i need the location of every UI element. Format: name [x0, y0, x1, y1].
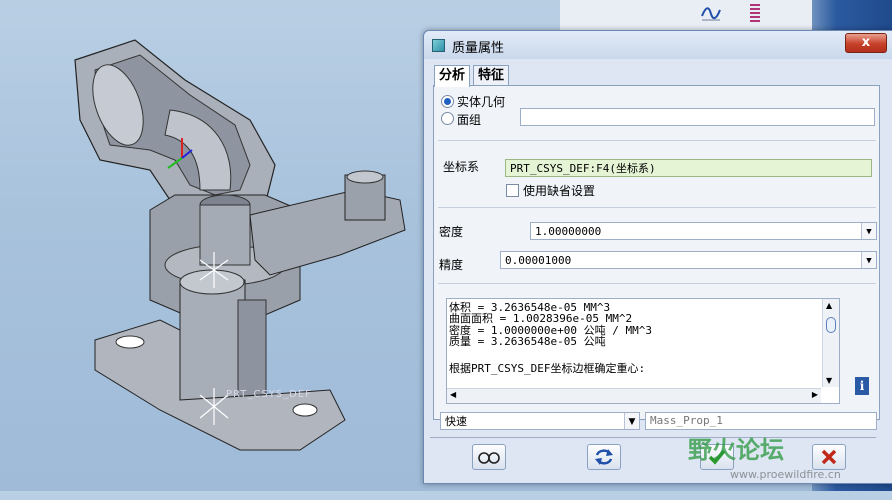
- chevron-left-icon[interactable]: ◀: [450, 390, 456, 399]
- repeat-button[interactable]: [587, 444, 621, 470]
- result-line: 质量 = 3.2636548e-05 公吨: [449, 335, 606, 348]
- watermark-logo: 野火论坛: [688, 436, 784, 464]
- curve-analysis-icon[interactable]: [700, 2, 722, 24]
- divider: [438, 140, 876, 141]
- mode-dropdown[interactable]: 快速 ▼: [440, 412, 640, 430]
- repeat-icon: [595, 449, 613, 465]
- app-icon: [432, 39, 445, 52]
- quilt-label: 面组: [457, 113, 482, 127]
- tab-label: 特征: [478, 68, 505, 83]
- csys-label-text: 坐标系: [443, 160, 480, 174]
- horizontal-scrollbar[interactable]: ◀ ▶: [447, 388, 821, 403]
- solid-geometry-radio[interactable]: [441, 95, 454, 108]
- cancel-button[interactable]: [812, 444, 846, 470]
- chevron-down-icon[interactable]: ▼: [861, 223, 876, 239]
- spring-icon[interactable]: [744, 2, 766, 24]
- chevron-down-icon[interactable]: ▼: [861, 252, 876, 268]
- tab-analysis[interactable]: 分析: [434, 65, 471, 87]
- part-model[interactable]: [60, 30, 480, 500]
- csys-field[interactable]: PRT_CSYS_DEF:F4(坐标系): [505, 159, 872, 177]
- solid-geometry-label: 实体几何: [457, 95, 506, 109]
- preview-button[interactable]: [472, 444, 506, 470]
- results-textarea[interactable]: 体积 = 3.2636548e-05 MM^3 曲面面积 = 1.0028396…: [446, 298, 840, 404]
- dialog-titlebar[interactable]: 质量属性 x: [424, 31, 892, 59]
- dialog-title: 质量属性: [452, 41, 505, 56]
- chevron-down-icon[interactable]: ▼: [624, 413, 639, 429]
- accuracy-label: 精度: [439, 258, 464, 272]
- tab-feature[interactable]: 特征: [473, 65, 510, 86]
- vertical-scrollbar[interactable]: ▲ ▼: [822, 299, 839, 387]
- quilt-radio[interactable]: [441, 112, 454, 125]
- use-default-label: 使用缺省设置: [523, 184, 596, 198]
- divider: [438, 207, 876, 208]
- result-line: 根据PRT_CSYS_DEF坐标边框确定重心:: [449, 362, 646, 375]
- use-default-checkbox[interactable]: [506, 184, 519, 197]
- density-dropdown[interactable]: 1.00000000 ▼: [530, 222, 877, 240]
- tab-label: 分析: [439, 68, 466, 83]
- density-label: 密度: [439, 225, 464, 239]
- cancel-icon: [821, 449, 837, 465]
- density-value: 1.00000000: [535, 225, 602, 238]
- watermark-url: www.proewildfire.cn: [730, 468, 841, 481]
- scroll-thumb[interactable]: [826, 317, 836, 333]
- info-icon[interactable]: i: [855, 377, 869, 395]
- divider: [438, 283, 876, 284]
- accuracy-dropdown[interactable]: 0.00001000 ▼: [500, 251, 877, 269]
- glasses-icon: [478, 452, 500, 464]
- toolbar-strip: [560, 0, 812, 30]
- chevron-up-icon[interactable]: ▲: [826, 301, 832, 310]
- quilt-field[interactable]: [520, 108, 875, 126]
- chevron-down-icon[interactable]: ▼: [826, 376, 832, 385]
- accuracy-value: 0.00001000: [505, 254, 572, 267]
- mode-value: 快速: [445, 415, 467, 428]
- chevron-right-icon[interactable]: ▶: [812, 390, 818, 399]
- analysis-name-input[interactable]: [645, 412, 877, 430]
- close-button[interactable]: x: [845, 33, 887, 53]
- divider: [430, 437, 876, 438]
- csys-label: PRT_CSYS_DEF: [226, 389, 312, 400]
